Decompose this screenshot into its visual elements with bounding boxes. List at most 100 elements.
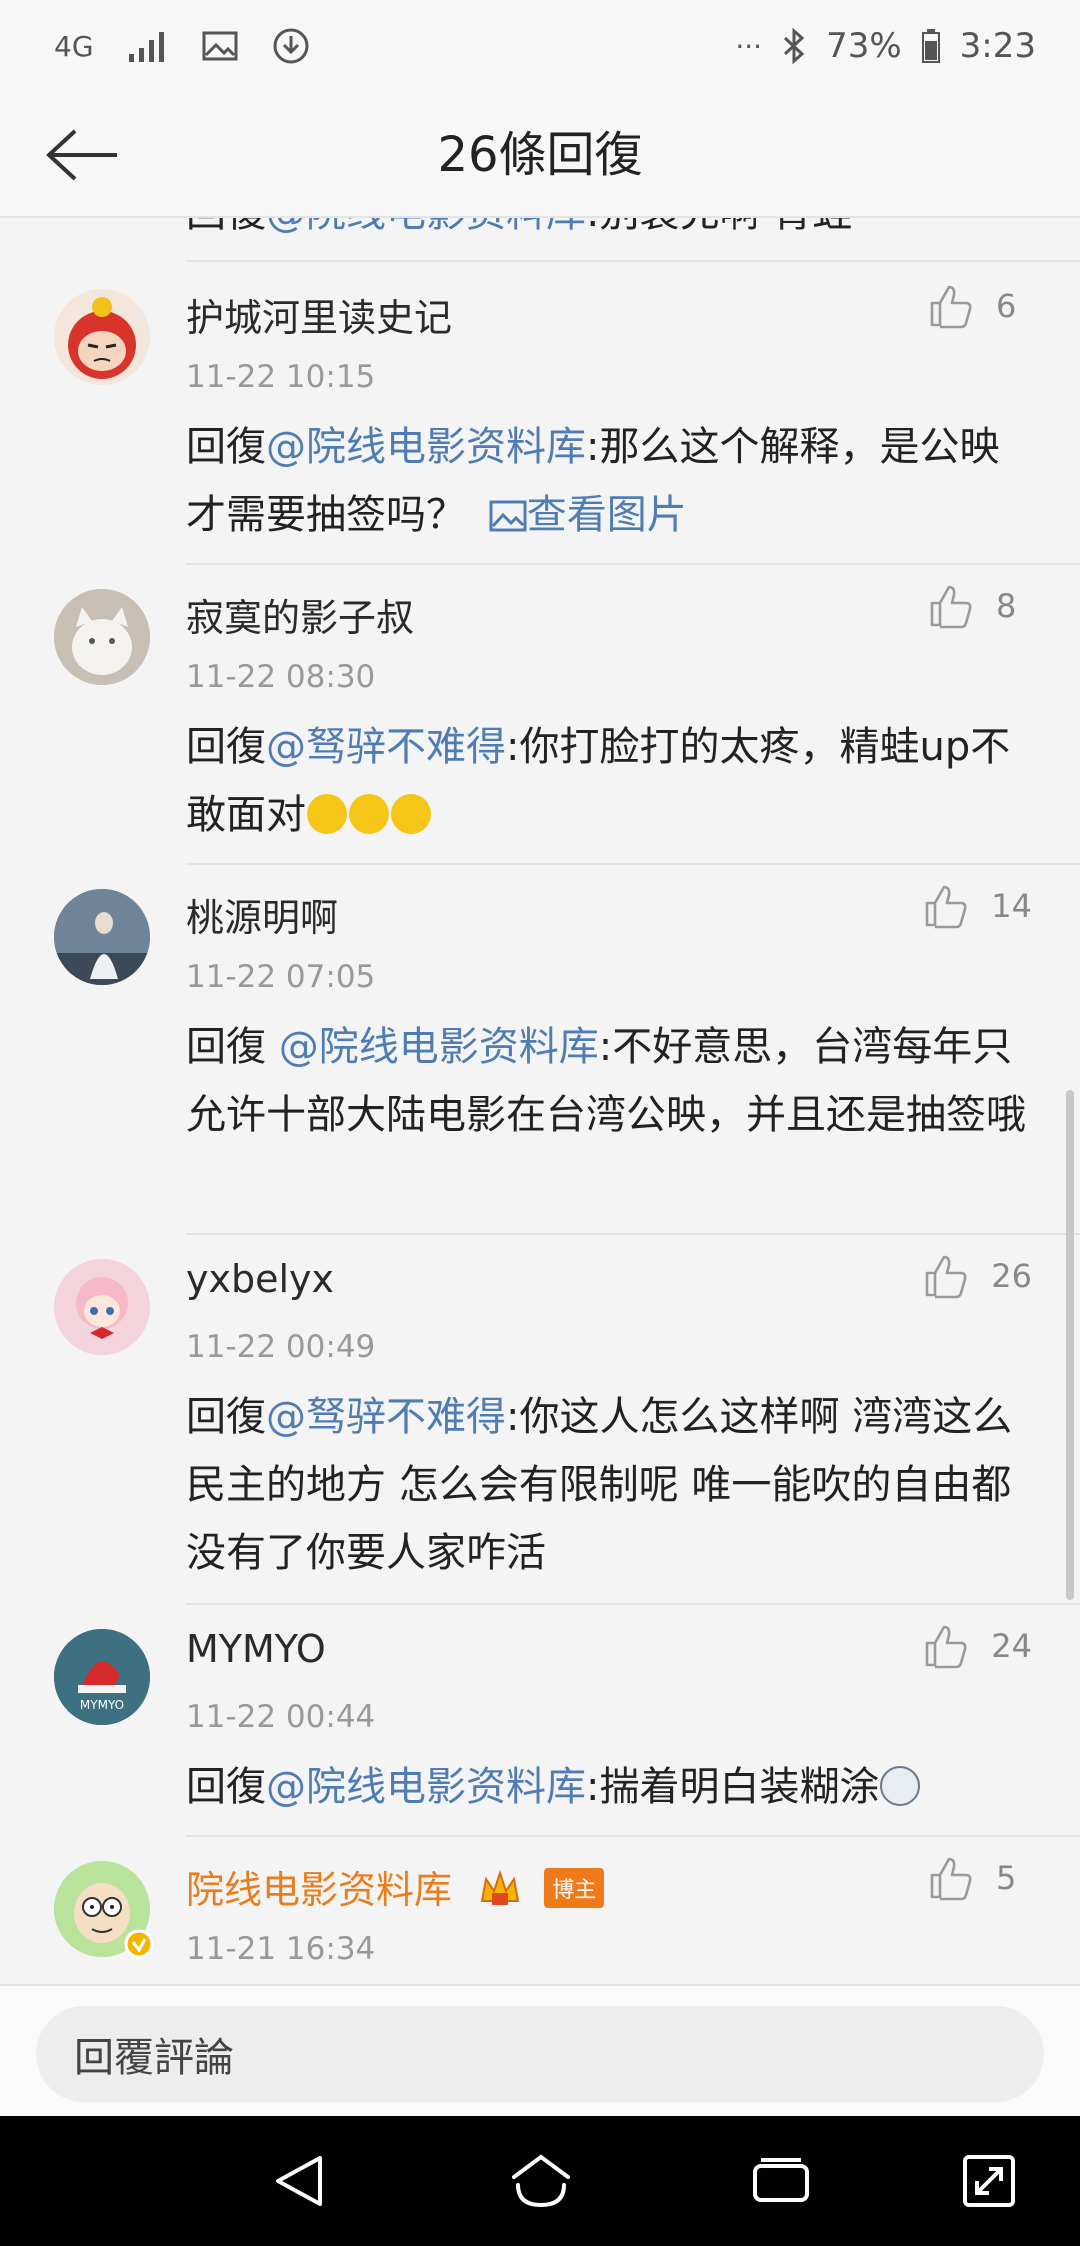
list-item[interactable]: 护城河里读史记 11-22 10:15 回復@院线电影资料库:那么这个解释，是公… xyxy=(0,265,1080,565)
mention-link[interactable]: @驽骍不难得 xyxy=(266,724,506,770)
reply-body: MYMYO 11-22 00:44 回復@院线电影资料库:揣着明白装糊涂 24 xyxy=(186,1605,1080,1837)
reply-input-bar: 回覆評論 xyxy=(0,1984,1080,2116)
mention-link[interactable]: @院线电影资料库 xyxy=(266,1764,586,1810)
timestamp: 11-22 00:49 xyxy=(186,1329,376,1365)
username[interactable]: 桃源明啊 xyxy=(186,887,338,942)
vip-crown-icon xyxy=(480,1869,520,1905)
verified-v-icon xyxy=(124,1929,154,1959)
thumbs-up-icon xyxy=(925,1625,967,1669)
nav-home-icon xyxy=(512,2154,570,2208)
avatar[interactable] xyxy=(54,1259,150,1355)
reply-text: 回復@院线电影资料库:揣着明白装糊涂 xyxy=(186,1753,1026,1821)
system-nav-bar xyxy=(0,2116,1080,2246)
like-count: 14 xyxy=(991,887,1032,925)
list-item[interactable]: 回復@院线电影资料库:别装充啊 青蛙 xyxy=(186,218,1080,262)
reply-body: 桃源明啊 11-22 07:05 回復 @院线电影资料库:不好意思，台湾每年只允… xyxy=(186,865,1080,1235)
avatar[interactable] xyxy=(54,889,150,985)
nav-home-button[interactable] xyxy=(506,2146,576,2216)
timestamp: 11-22 10:15 xyxy=(186,359,376,395)
reply-text: 回復 @院线电影资料库:不好意思，台湾每年只允许十部大陆电影在台湾公映，并且还是… xyxy=(186,1013,1026,1149)
timestamp: 11-21 16:34 xyxy=(186,1931,376,1967)
like-count: 5 xyxy=(996,1859,1017,1897)
view-image-link[interactable]: 查看图片 xyxy=(479,492,687,538)
like-button[interactable]: 6 xyxy=(928,283,1032,329)
view-image-label: 查看图片 xyxy=(526,492,687,538)
reply-body: 院线电影资料库 博主 11-21 16:34 5 xyxy=(186,1837,1080,1984)
reply-prefix: 回復 xyxy=(186,724,266,770)
nav-recents-icon xyxy=(753,2158,809,2202)
nav-expand-icon xyxy=(963,2155,1015,2207)
like-button[interactable]: 24 xyxy=(923,1623,1032,1669)
like-button[interactable]: 14 xyxy=(923,883,1032,929)
mention-link[interactable]: @院线电影资料库 xyxy=(266,218,586,236)
nav-recents-button[interactable] xyxy=(746,2146,816,2216)
list-item[interactable]: MYMYO MYMYO 11-22 00:44 回復@院线电影资料库:揣着明白装… xyxy=(0,1605,1080,1837)
bluetooth-icon xyxy=(782,28,806,64)
crying-laughing-emoji xyxy=(391,794,431,834)
username[interactable]: MYMYO xyxy=(186,1627,326,1671)
svg-text:MYMYO: MYMYO xyxy=(80,1698,124,1712)
mention-link[interactable]: @院线电影资料库 xyxy=(266,424,586,470)
husky-emoji xyxy=(880,1766,921,1806)
list-item[interactable]: yxbelyx 11-22 00:49 回復@驽骍不难得:你这人怎么这样啊 湾湾… xyxy=(0,1235,1080,1605)
nav-back-button[interactable] xyxy=(264,2146,334,2216)
username[interactable]: 寂寞的影子叔 xyxy=(186,587,414,642)
like-button[interactable]: 8 xyxy=(928,583,1032,629)
network-label: 4G xyxy=(54,29,94,63)
timestamp: 11-22 00:44 xyxy=(186,1699,376,1735)
list-item[interactable]: 桃源明啊 11-22 07:05 回復 @院线电影资料库:不好意思，台湾每年只允… xyxy=(0,865,1080,1235)
header: 26條回復 xyxy=(0,92,1080,218)
reply-content: :揣着明白装糊涂 xyxy=(586,1764,880,1810)
nav-back-icon xyxy=(276,2156,322,2206)
reply-prefix: 回復 xyxy=(186,218,266,236)
like-count: 6 xyxy=(996,287,1017,325)
status-time: 3:23 xyxy=(959,26,1036,66)
crying-laughing-emoji xyxy=(349,794,389,834)
blogger-badge: 博主 xyxy=(544,1868,605,1908)
mention-link[interactable]: @院线电影资料库 xyxy=(279,1024,599,1070)
reply-body: 护城河里读史记 11-22 10:15 回復@院线电影资料库:那么这个解释，是公… xyxy=(186,265,1080,565)
thumbs-up-icon xyxy=(925,1255,967,1299)
reply-content: :别装充啊 青蛙 xyxy=(586,218,852,236)
reply-input[interactable]: 回覆評論 xyxy=(36,2006,1044,2102)
reply-prefix: 回復 xyxy=(186,424,266,470)
timestamp: 11-22 08:30 xyxy=(186,659,376,695)
reply-prefix: 回復 xyxy=(186,1394,266,1440)
like-button[interactable]: 26 xyxy=(923,1253,1032,1299)
status-more: ··· xyxy=(735,29,763,63)
thumbs-up-icon xyxy=(930,1857,972,1901)
username[interactable]: 院线电影资料库 博主 xyxy=(186,1859,605,1914)
list-item[interactable]: 寂寞的影子叔 11-22 08:30 回復@驽骍不难得:你打脸打的太疼，精蛙up… xyxy=(0,565,1080,865)
scrollbar[interactable] xyxy=(1066,1090,1074,1600)
avatar[interactable]: MYMYO xyxy=(54,1629,150,1725)
signal-icon xyxy=(128,30,168,62)
reply-prefix: 回復 xyxy=(186,1764,266,1810)
reply-body: 寂寞的影子叔 11-22 08:30 回復@驽骍不难得:你打脸打的太疼，精蛙up… xyxy=(186,565,1080,865)
username[interactable]: 护城河里读史记 xyxy=(186,287,452,342)
network-4g-icon: 4G xyxy=(54,30,94,63)
battery-percent: 73% xyxy=(826,26,902,66)
status-bar: 4G ··· 73% 3:23 xyxy=(0,0,1080,92)
avatar[interactable] xyxy=(54,1861,154,1959)
mention-link[interactable]: @驽骍不难得 xyxy=(266,1394,506,1440)
thumbs-up-icon xyxy=(930,285,972,329)
reply-body: yxbelyx 11-22 00:49 回復@驽骍不难得:你这人怎么这样啊 湾湾… xyxy=(186,1235,1080,1605)
reply-list[interactable]: 回復@院线电影资料库:别装充啊 青蛙 护城河里读史记 11-22 10:15 回… xyxy=(0,218,1080,1984)
thumbs-up-icon xyxy=(930,585,972,629)
image-icon xyxy=(202,31,238,61)
nav-expand-button[interactable] xyxy=(954,2146,1024,2216)
avatar[interactable] xyxy=(54,289,150,385)
timestamp: 11-22 07:05 xyxy=(186,959,376,995)
list-item[interactable]: 院线电影资料库 博主 11-21 16:34 5 xyxy=(0,1837,1080,1984)
avatar[interactable] xyxy=(54,589,150,685)
reply-text: 回復@院线电影资料库:别装充啊 青蛙 xyxy=(186,218,852,238)
reply-text: 回復@驽骍不难得:你这人怎么这样啊 湾湾这么民主的地方 怎么会有限制呢 唯一能吹… xyxy=(186,1383,1026,1587)
crying-laughing-emoji xyxy=(307,794,347,834)
page-title: 26條回復 xyxy=(437,127,643,183)
username-label: 院线电影资料库 xyxy=(186,1868,453,1912)
picture-icon xyxy=(489,500,527,532)
thumbs-up-icon xyxy=(925,885,967,929)
username[interactable]: yxbelyx xyxy=(186,1257,334,1301)
like-button[interactable]: 5 xyxy=(928,1855,1032,1901)
reply-input-placeholder: 回覆評論 xyxy=(74,2035,234,2081)
